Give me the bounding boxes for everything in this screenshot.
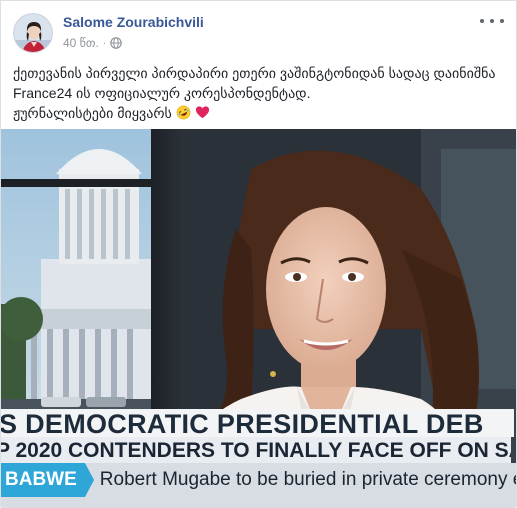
avatar-image (14, 14, 52, 52)
facebook-post: Salome Zourabichvili 40 წთ. · ქეთევანის … (0, 0, 517, 508)
post-video[interactable]: S DEMOCRATIC PRESIDENTIAL DEB P 2020 CON… (1, 129, 516, 508)
more-dot (500, 19, 504, 23)
more-dot (490, 19, 494, 23)
news-ticker-area: S DEMOCRATIC PRESIDENTIAL DEB P 2020 CON… (1, 409, 516, 508)
more-options-icon[interactable] (480, 13, 504, 29)
post-text-line: ჟურნალისტები მიყვარს (13, 105, 172, 121)
post-timestamp[interactable]: 40 წთ. (63, 36, 99, 50)
rofl-emoji-icon (176, 105, 191, 120)
more-dot (480, 19, 484, 23)
globe-icon[interactable] (110, 37, 122, 49)
post-text-line-3: ჟურნალისტები მიყვარს (13, 103, 503, 123)
author-avatar[interactable] (13, 13, 53, 53)
news-crawl-arrow (84, 463, 94, 497)
news-crawl-tag: BABWE (1, 463, 85, 497)
post-meta: 40 წთ. · (63, 36, 122, 50)
news-subheadline: P 2020 CONTENDERS TO FINALLY FACE OFF ON… (1, 437, 511, 463)
post-text-line: ქეთევანის პირველი პირდაპირი ეთერი ვაშინგ… (13, 65, 496, 81)
red-heart-emoji-icon (195, 106, 209, 119)
post-text: ქეთევანის პირველი პირდაპირი ეთერი ვაშინგ… (13, 63, 503, 123)
meta-separator: · (102, 37, 107, 49)
news-crawl-text: Robert Mugabe to be buried in private ce… (99, 469, 516, 490)
news-crawl: BABWE Robert Mugabe to be buried in priva… (1, 463, 516, 508)
post-text-line: France24 ის ოფიციალურ კორესპონდენტად. (13, 85, 311, 101)
news-headline: S DEMOCRATIC PRESIDENTIAL DEB (1, 409, 514, 437)
author-name-link[interactable]: Salome Zourabichvili (63, 14, 204, 30)
